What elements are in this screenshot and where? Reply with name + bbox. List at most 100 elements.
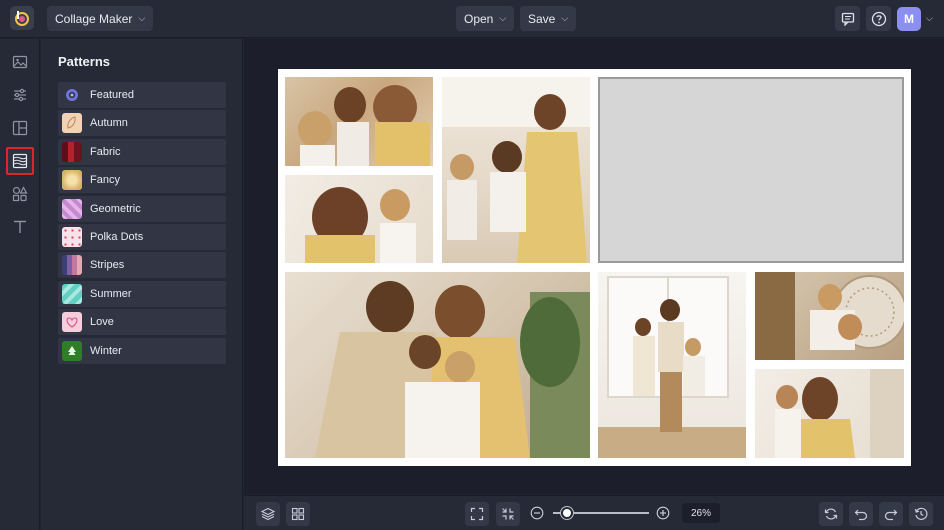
comments-button[interactable] <box>835 6 860 31</box>
fabric-swatch-icon <box>62 141 82 162</box>
pattern-item-winter[interactable]: Winter <box>58 337 226 364</box>
pattern-item-label: Geometric <box>90 202 141 215</box>
pattern-item-label: Polka Dots <box>90 230 144 243</box>
undo-button[interactable] <box>849 502 873 526</box>
rail-item-graphics[interactable] <box>6 180 34 208</box>
history-icon <box>914 507 928 520</box>
pattern-item-label: Fabric <box>90 145 121 158</box>
redo-button[interactable] <box>879 502 903 526</box>
replace-button[interactable] <box>819 502 843 526</box>
pattern-item-label: Featured <box>90 89 135 101</box>
redo-icon <box>884 509 898 521</box>
family-photo-image <box>305 187 416 263</box>
winter-swatch-icon <box>62 340 82 361</box>
undo-icon <box>854 509 868 521</box>
pattern-item-polka-dots[interactable]: Polka Dots <box>58 223 226 250</box>
pattern-item-label: Summer <box>90 287 132 300</box>
photo-cell[interactable] <box>598 272 746 458</box>
image-icon <box>12 55 28 69</box>
family-photo-image <box>598 276 746 458</box>
avatar[interactable]: M <box>897 7 921 31</box>
love-swatch-icon <box>62 312 82 333</box>
family-photo-image <box>755 272 904 360</box>
grid-button[interactable] <box>286 502 310 526</box>
adjustments-icon <box>14 88 26 102</box>
layers-icon <box>261 507 275 521</box>
graphics-icon <box>12 186 28 202</box>
text-icon <box>14 220 26 233</box>
left-rail <box>0 39 40 530</box>
polka-dots-swatch-icon <box>62 226 82 247</box>
rail-item-adjustments[interactable] <box>6 81 34 109</box>
patterns-icon <box>12 153 28 169</box>
pattern-item-autumn[interactable]: Autumn <box>58 110 226 137</box>
pattern-item-label: Autumn <box>90 117 128 130</box>
autumn-swatch-icon <box>62 113 82 134</box>
compress-icon <box>502 508 514 520</box>
photo-cell[interactable] <box>285 272 590 458</box>
history-button[interactable] <box>909 502 933 526</box>
panel-title: Patterns <box>58 54 111 69</box>
app-menu-label: Collage Maker <box>55 11 133 26</box>
pattern-item-featured[interactable]: Featured <box>58 82 226 108</box>
family-photo-image <box>298 85 430 166</box>
fancy-swatch-icon <box>62 170 82 191</box>
photo-cell[interactable] <box>442 77 590 263</box>
actual-size-button[interactable] <box>496 502 520 526</box>
chevron-down-icon: ⌵ <box>138 13 146 23</box>
plus-circle-icon <box>656 506 670 520</box>
pattern-item-fabric[interactable]: Fabric <box>58 138 226 165</box>
featured-icon <box>62 85 82 105</box>
logo-icon <box>15 11 29 26</box>
save-label: Save <box>528 11 556 26</box>
pattern-item-label: Winter <box>90 344 122 357</box>
family-photo-image <box>775 369 904 458</box>
pattern-item-summer[interactable]: Summer <box>58 280 226 307</box>
rail-item-patterns[interactable] <box>6 147 34 175</box>
patterns-panel: Patterns Featured Autumn Fabric Fancy Ge… <box>41 39 243 530</box>
photo-cell[interactable] <box>285 175 433 263</box>
pattern-item-stripes[interactable]: Stripes <box>58 252 226 279</box>
photo-cell[interactable] <box>285 77 433 166</box>
family-photo-image <box>442 77 590 263</box>
expand-icon <box>470 507 484 521</box>
collage-canvas[interactable] <box>278 69 911 466</box>
open-label: Open <box>464 11 494 26</box>
rail-item-text[interactable] <box>6 213 34 241</box>
layouts-icon <box>12 120 28 136</box>
pattern-item-label: Love <box>90 316 114 329</box>
zoom-slider-handle[interactable] <box>561 507 573 519</box>
rail-item-image[interactable] <box>6 48 34 76</box>
app-menu-dropdown[interactable]: Collage Maker ⌵ <box>47 6 154 31</box>
help-icon <box>871 11 886 26</box>
minus-circle-icon <box>530 506 544 520</box>
pattern-item-love[interactable]: Love <box>58 309 226 336</box>
refresh-icon <box>824 508 838 520</box>
empty-photo-slot[interactable] <box>598 77 904 263</box>
fit-to-screen-button[interactable] <box>465 502 489 526</box>
open-button[interactable]: Open ⌵ <box>456 6 515 31</box>
pattern-item-label: Fancy <box>90 174 120 187</box>
geometric-swatch-icon <box>62 198 82 219</box>
rail-item-layouts[interactable] <box>6 114 34 142</box>
pattern-item-fancy[interactable]: Fancy <box>58 167 226 194</box>
help-button[interactable] <box>866 6 891 31</box>
app-logo[interactable] <box>10 6 34 30</box>
top-bar: Collage Maker ⌵ Open ⌵ Save ⌵ M ⌵ <box>0 0 944 38</box>
chevron-down-icon: ⌵ <box>561 13 569 23</box>
grid-icon <box>291 507 305 521</box>
layers-button[interactable] <box>256 502 280 526</box>
comment-icon <box>841 12 854 26</box>
summer-swatch-icon <box>62 283 82 304</box>
zoom-in-button[interactable] <box>656 506 670 520</box>
stripes-swatch-icon <box>62 255 82 276</box>
photo-cell[interactable] <box>755 369 904 458</box>
save-button[interactable]: Save ⌵ <box>520 6 577 31</box>
photo-cell[interactable] <box>755 272 904 360</box>
pattern-item-geometric[interactable]: Geometric <box>58 195 226 222</box>
patterns-list: Featured Autumn Fabric Fancy Geometric P… <box>58 82 226 366</box>
zoom-level: 26% <box>682 503 720 523</box>
zoom-out-button[interactable] <box>530 506 544 520</box>
chevron-down-icon[interactable]: ⌵ <box>926 13 933 24</box>
chevron-down-icon: ⌵ <box>499 13 507 23</box>
